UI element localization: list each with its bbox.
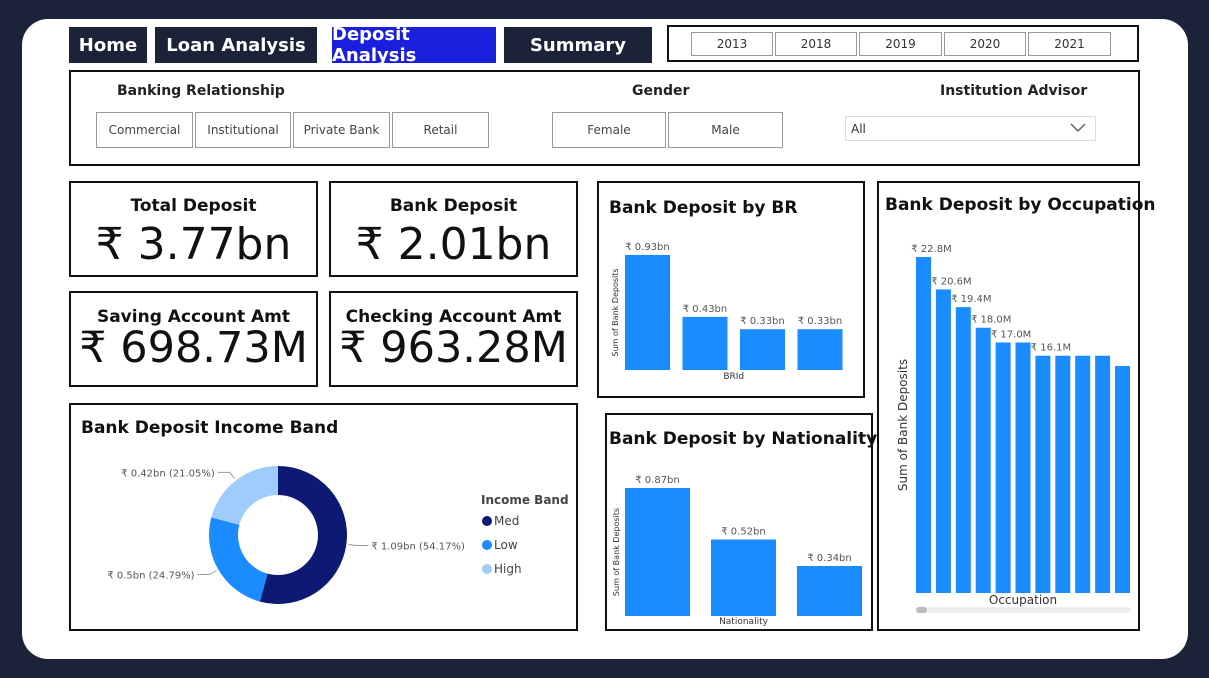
slice-label: ₹ 0.5bn (24.79%) [107, 571, 194, 582]
banking-relationship-title: Banking Relationship [117, 83, 285, 99]
scrollbar-track [916, 607, 1131, 613]
bar [682, 316, 728, 370]
donut-slice [209, 517, 268, 602]
bank-deposit-by-nationality-card: Bank Deposit by Nationality ₹ 0.87bn ₹ 0.… [605, 413, 877, 631]
gender-option-female[interactable]: Female [552, 112, 666, 148]
bar [625, 488, 690, 616]
leader-line [217, 471, 236, 480]
institution-advisor-dropdown[interactable]: All [845, 116, 1096, 141]
bank-deposit-by-br-card: Bank Deposit by BR ₹ 0.93bn ₹ 0.43bn ₹ 0.3… [597, 181, 865, 398]
x-axis-label: Occupation [989, 593, 1057, 607]
donut-slice [211, 466, 278, 525]
nav-loan-analysis-button[interactable]: Loan Analysis [155, 27, 317, 63]
bar [975, 327, 991, 593]
y-axis-label: Sum of Bank Deposits [896, 359, 910, 491]
legend-marker [482, 564, 492, 574]
bar [1015, 342, 1031, 593]
year-button-2021[interactable]: 2021 [1028, 32, 1111, 56]
legend-marker [482, 516, 492, 526]
chevron-down-icon [1070, 123, 1086, 132]
saving-account-card: Saving Account Amt ₹ 698.73M [69, 291, 318, 387]
banking-option-commercial[interactable]: Commercial [96, 112, 193, 148]
data-label: ₹ 0.33bn [740, 316, 785, 327]
bar [916, 257, 931, 593]
bank-deposit-by-occupation-chart: ₹ 22.8M ₹ 20.6M ₹ 19.4M ₹ 18.0M ₹ 17.0M₹ 16.… [896, 244, 1131, 613]
kpi-value: ₹ 963.28M [339, 323, 568, 373]
bar [1115, 366, 1130, 593]
institution-advisor-title: Institution Advisor [940, 83, 1088, 99]
bar [711, 539, 776, 616]
data-label: ₹ 0.87bn [635, 475, 680, 486]
y-axis-label: Sum of Bank Deposits [612, 508, 621, 596]
legend-title: Income Band [481, 493, 569, 507]
nav-summary-button[interactable]: Summary [504, 27, 652, 63]
data-label: ₹ 19.4M [951, 294, 991, 305]
leader-line [197, 570, 217, 575]
total-deposit-card: Total Deposit ₹ 3.77bn [69, 181, 318, 277]
x-axis-label: BRId [723, 372, 744, 382]
data-label: ₹ 16.1M [1031, 343, 1071, 354]
dropdown-value: All [851, 121, 866, 136]
year-button-2020[interactable]: 2020 [944, 32, 1026, 56]
scrollbar-thumb [916, 607, 927, 613]
legend-label: Med [494, 514, 519, 528]
data-label: ₹ 22.8M [911, 244, 951, 255]
gender-title: Gender [632, 83, 690, 99]
bank-deposit-by-br-chart: ₹ 0.93bn ₹ 0.43bn ₹ 0.33bn ₹ 0.33bn BRId Sum … [611, 242, 843, 382]
income-band-donut-chart: ₹ 1.09bn (54.17%) ₹ 0.5bn (24.79%) ₹ 0.42b… [107, 466, 569, 604]
data-label: ₹ 0.33bn [798, 316, 843, 327]
legend-marker [482, 540, 492, 550]
bar [995, 342, 1011, 593]
bar [1035, 355, 1051, 593]
data-label: ₹ 0.34bn [807, 553, 852, 564]
checking-account-card: Checking Account Amt ₹ 963.28M [329, 291, 578, 387]
x-axis-label: Nationality [719, 617, 769, 627]
leader-line [348, 543, 369, 546]
year-button-2018[interactable]: 2018 [775, 32, 857, 56]
kpi-value: ₹ 3.77bn [95, 219, 292, 270]
kpi-label: Bank Deposit [389, 196, 518, 216]
year-button-2013[interactable]: 2013 [691, 32, 773, 56]
data-label: ₹ 20.6M [931, 276, 971, 287]
year-button-2019[interactable]: 2019 [859, 32, 942, 56]
banking-option-institutional[interactable]: Institutional [195, 112, 291, 148]
bar [1095, 355, 1111, 593]
y-axis-label: Sum of Bank Deposits [611, 268, 620, 356]
bar [625, 255, 670, 370]
data-label: ₹ 18.0M [971, 315, 1011, 326]
gender-option-male[interactable]: Male [668, 112, 783, 148]
data-label: ₹ 17.0M [991, 329, 1031, 340]
bar [797, 565, 862, 616]
data-label: ₹ 0.43bn [683, 304, 728, 315]
bar [740, 329, 785, 370]
legend-label: High [494, 562, 522, 576]
bank-deposit-by-nationality-chart: ₹ 0.87bn ₹ 0.52bn ₹ 0.34bn Nationality Sum o… [612, 475, 862, 627]
income-band-card: Bank Deposit Income Band ₹ 1.09bn (54.17… [69, 403, 578, 631]
bar [797, 329, 843, 370]
kpi-label: Total Deposit [130, 196, 257, 216]
bar [1055, 355, 1071, 593]
banking-option-retail[interactable]: Retail [392, 112, 489, 148]
legend-label: Low [494, 538, 518, 552]
bar [1075, 355, 1091, 593]
bar [935, 289, 951, 593]
kpi-value: ₹ 698.73M [79, 323, 308, 373]
bar [955, 307, 971, 593]
slice-label: ₹ 0.42bn (21.05%) [121, 468, 215, 479]
nav-deposit-analysis-button[interactable]: Deposit Analysis [332, 24, 496, 66]
bank-deposit-by-occupation-card: Bank Deposit by Occupation ₹ 22.8M ₹ 20.6… [877, 181, 1156, 631]
bank-deposit-card: Bank Deposit ₹ 2.01bn [329, 181, 578, 277]
banking-option-private-bank[interactable]: Private Bank [293, 112, 390, 148]
data-label: ₹ 0.93bn [625, 242, 670, 253]
data-label: ₹ 0.52bn [721, 526, 766, 537]
kpi-value: ₹ 2.01bn [355, 219, 552, 270]
nav-home-button[interactable]: Home [69, 27, 147, 63]
slice-label: ₹ 1.09bn (54.17%) [371, 541, 465, 552]
